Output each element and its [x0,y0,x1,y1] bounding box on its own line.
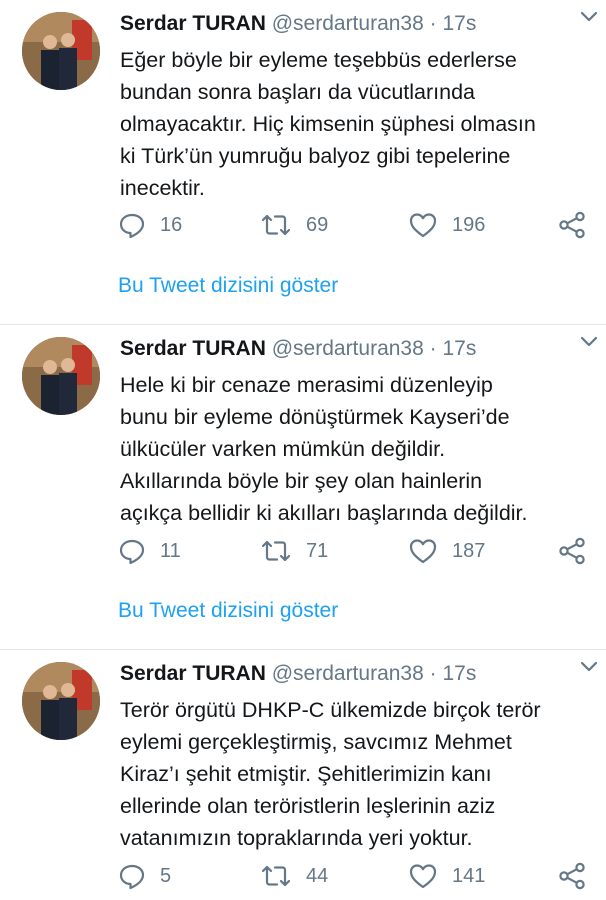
avatar[interactable] [22,662,100,740]
share-icon [558,537,586,565]
reply-button[interactable]: 5 [118,861,171,891]
avatar[interactable] [22,337,100,415]
show-thread-link[interactable]: Bu Tweet dizisini göster [118,270,338,302]
tweet-header: Serdar TURAN @serdarturan38 · 17s [120,333,586,365]
like-count: 187 [452,539,486,562]
reply-icon [118,211,146,239]
author-handle[interactable]: @serdarturan38 [272,12,424,35]
share-button[interactable] [558,210,586,240]
retweet-button[interactable]: 44 [260,861,328,891]
retweet-icon [260,537,292,565]
chevron-down-icon[interactable] [578,327,600,355]
tweet[interactable]: Serdar TURAN @serdarturan38 · 17s Hele k… [0,325,606,650]
like-button[interactable]: 141 [408,861,485,891]
share-icon [558,211,586,239]
retweet-icon [260,862,292,890]
reply-button[interactable]: 16 [118,210,182,240]
reply-count: 11 [160,539,181,562]
like-icon [408,537,438,565]
author-name[interactable]: Serdar TURAN [120,337,266,360]
reply-button[interactable]: 11 [118,536,181,566]
chevron-down-icon[interactable] [578,652,600,680]
like-icon [408,862,438,890]
reply-count: 5 [160,864,172,887]
tweet[interactable]: Serdar TURAN @serdarturan38 · 17s Eğer b… [0,0,606,325]
author-name[interactable]: Serdar TURAN [120,662,266,685]
separator-dot: · [429,12,437,35]
author-handle[interactable]: @serdarturan38 [272,337,424,360]
tweet[interactable]: Serdar TURAN @serdarturan38 · 17s Terör … [0,650,606,900]
like-button[interactable]: 196 [408,210,485,240]
tweet-header: Serdar TURAN @serdarturan38 · 17s [120,658,586,690]
timestamp[interactable]: 17s [442,337,476,360]
retweet-count: 71 [306,539,329,562]
tweet-text: Terör örgütü DHKP-C ülkemizde birçok ter… [120,698,541,850]
timestamp[interactable]: 17s [442,662,476,685]
retweet-count: 69 [306,213,329,236]
retweet-button[interactable]: 69 [260,210,328,240]
separator-dot: · [429,337,437,360]
tweet-actions: 11 71 187 [118,536,586,566]
tweet-text: Hele ki bir cenaze merasimi düzenleyip b… [120,373,528,525]
chevron-down-icon[interactable] [578,2,600,30]
tweet-text: Eğer böyle bir eyleme teşebbüs ederlerse… [120,48,536,200]
tweet-actions: 5 44 141 [118,861,586,891]
author-handle[interactable]: @serdarturan38 [272,662,424,685]
like-button[interactable]: 187 [408,536,485,566]
like-icon [408,211,438,239]
share-button[interactable] [558,536,586,566]
tweet-actions: 16 69 196 [118,210,586,240]
reply-icon [118,862,146,890]
separator-dot: · [429,662,437,685]
timestamp[interactable]: 17s [442,12,476,35]
avatar[interactable] [22,12,100,90]
show-thread-link[interactable]: Bu Tweet dizisini göster [118,595,338,627]
share-icon [558,862,586,890]
share-button[interactable] [558,861,586,891]
retweet-count: 44 [306,864,329,887]
like-count: 196 [452,213,486,236]
author-name[interactable]: Serdar TURAN [120,12,266,35]
like-count: 141 [452,864,486,887]
reply-count: 16 [160,213,183,236]
retweet-button[interactable]: 71 [260,536,328,566]
reply-icon [118,537,146,565]
tweet-header: Serdar TURAN @serdarturan38 · 17s [120,8,586,40]
retweet-icon [260,211,292,239]
